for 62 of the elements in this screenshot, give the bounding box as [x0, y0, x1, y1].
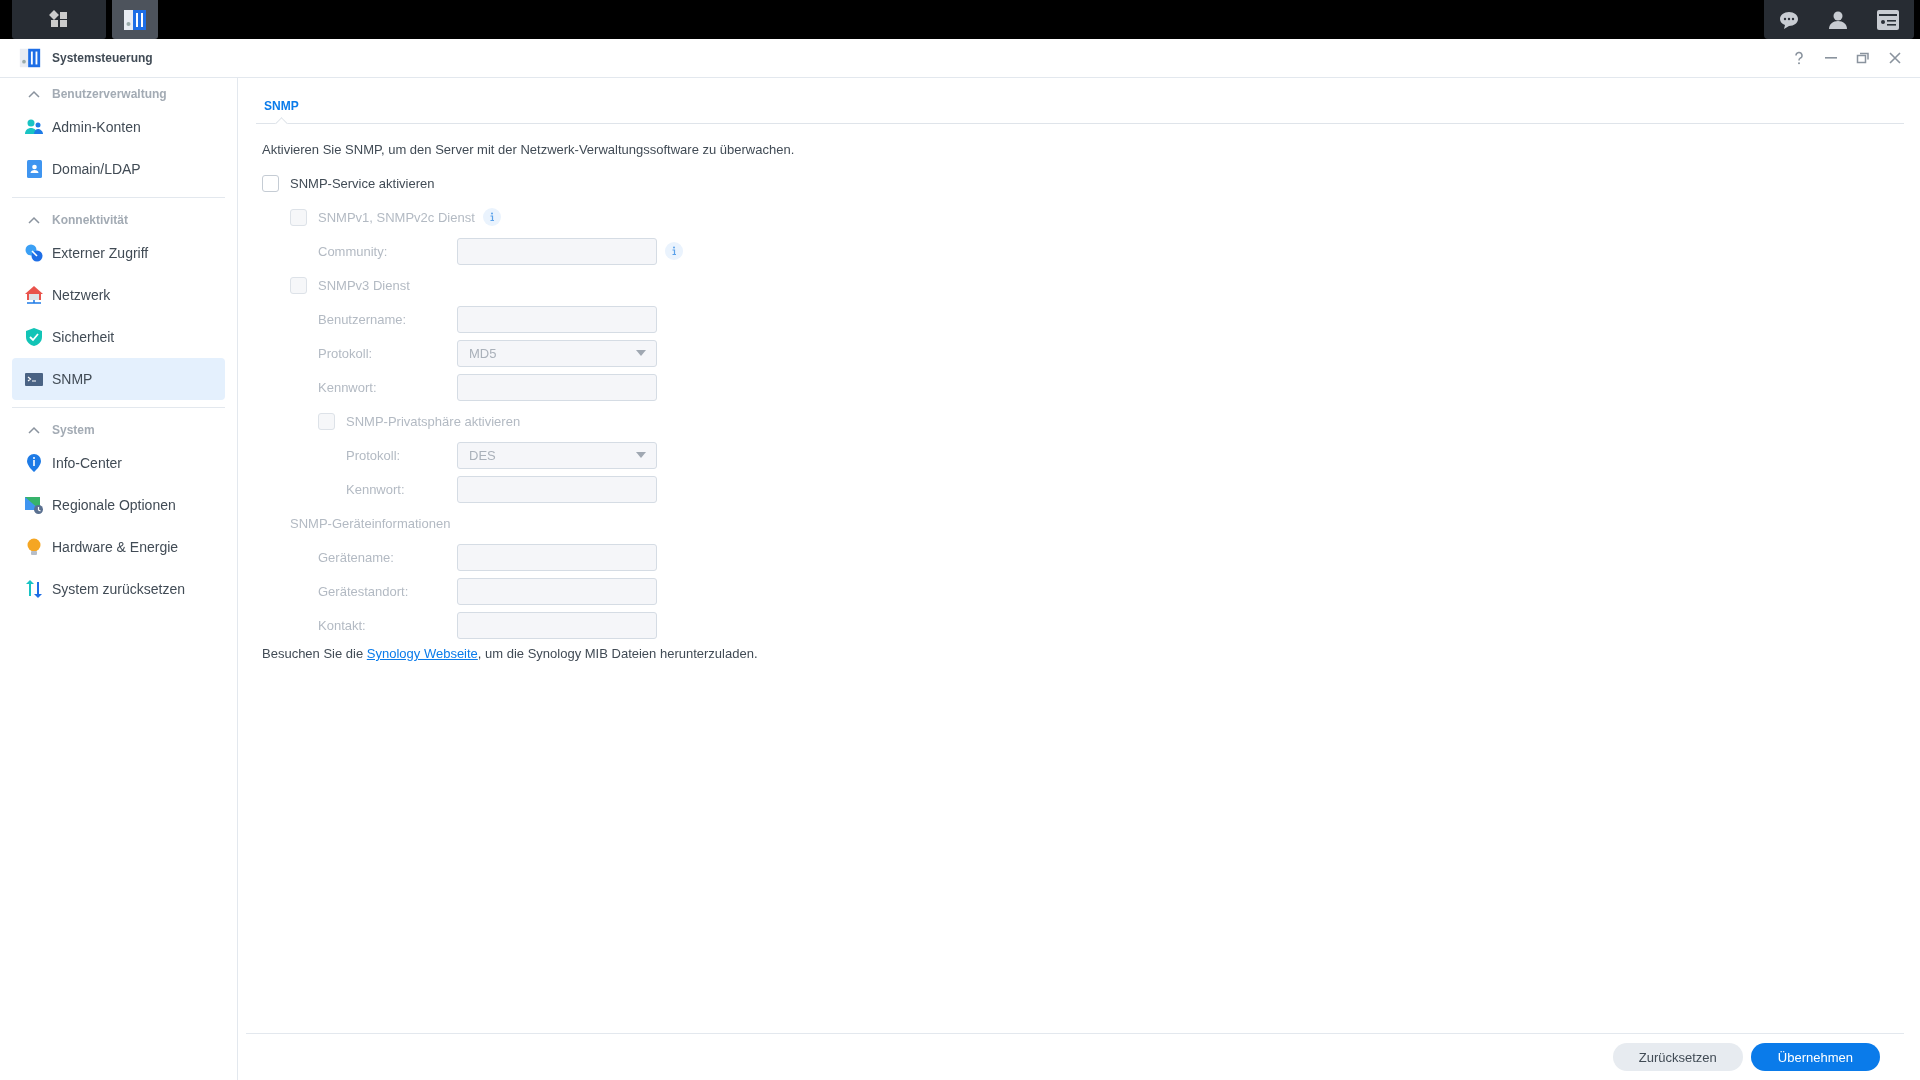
app-grid-icon — [49, 9, 69, 30]
apply-button[interactable]: Übernehmen — [1750, 1043, 1880, 1071]
group-title: System — [52, 423, 95, 437]
section-heading: SNMP-Geräteinformationen — [290, 515, 451, 531]
checkbox-label: SNMP-Service aktivieren — [290, 175, 435, 191]
sidebar-item[interactable]: Externer Zugriff — [12, 232, 225, 274]
window-title: Systemsteuerung — [52, 51, 153, 65]
reset-button[interactable]: Zurücksetzen — [1612, 1043, 1743, 1071]
control-panel-taskbar-button[interactable] — [112, 0, 158, 39]
sidebar-item[interactable]: Info-Center — [12, 442, 225, 484]
info-pin-icon — [24, 453, 44, 473]
house-network-icon — [24, 285, 44, 305]
group-title: Konnektivität — [52, 213, 128, 227]
shield-check-icon — [24, 327, 44, 347]
control-panel-icon — [18, 46, 42, 70]
field-label: Gerätename: — [318, 549, 395, 565]
sidebar-item-label: SNMP — [52, 371, 93, 387]
sidebar-item-label: Sicherheit — [52, 329, 115, 345]
sidebar-item-label: Admin-Konten — [52, 119, 141, 135]
widget-icon[interactable] — [1876, 8, 1901, 31]
users-icon — [24, 117, 44, 137]
map-clock-icon — [24, 495, 44, 515]
help-icon[interactable] — [1792, 51, 1806, 65]
field-label: Gerätestandort: — [318, 583, 410, 599]
checkbox-label: SNMPv3 Dienst — [318, 277, 410, 293]
sidebar-item-label: System zurücksetzen — [52, 581, 186, 597]
sidebar-item[interactable]: SNMP — [12, 358, 225, 400]
sidebar-item-label: Regionale Optionen — [52, 497, 176, 513]
sidebar-item-label: Domain/LDAP — [52, 161, 141, 177]
restore-icon[interactable] — [1856, 51, 1870, 65]
checkbox[interactable] — [262, 174, 279, 192]
sidebar-item[interactable]: Admin-Konten — [12, 106, 225, 148]
sidebar-item[interactable]: System zurücksetzen — [12, 568, 225, 610]
sidebar-item-label: Netzwerk — [52, 287, 111, 303]
field-label: Protokoll: — [318, 345, 374, 361]
refresh-arrows-icon — [24, 579, 44, 599]
sidebar-item[interactable]: Regionale Optionen — [12, 484, 225, 526]
checkbox-label: SNMPv1, SNMPv2c Dienst — [318, 209, 475, 225]
footnote-text: Besuchen Sie die Synology Webseite, um die Synology MIB Dateien herunterzuladen. — [262, 646, 759, 661]
sidebar-item[interactable]: Domain/LDAP — [12, 148, 225, 190]
field-label: Community: — [318, 243, 389, 259]
field-label: Protokoll: — [346, 447, 402, 463]
description-text: Aktivieren Sie SNMP, um den Server mit der Netzwerk-Verwaltungssoftware zu überwachen. — [262, 142, 796, 159]
contact-card-icon — [24, 159, 44, 179]
caret-icon — [636, 350, 646, 356]
field-label: Benutzername: — [318, 311, 408, 327]
main-menu-button[interactable] — [12, 0, 106, 39]
field-label: Kennwort: — [318, 379, 378, 395]
sidebar-item[interactable]: Hardware & Energie — [12, 526, 225, 568]
sidebar-item-label: Info-Center — [52, 455, 123, 471]
sidebar-item[interactable]: Sicherheit — [12, 316, 225, 358]
caret-icon — [636, 452, 646, 458]
field-label: Kontakt: — [318, 617, 367, 633]
close-icon[interactable] — [1888, 51, 1902, 65]
sidebar-item-label: Externer Zugriff — [52, 245, 149, 261]
checkbox-label: SNMP-Privatsphäre aktivieren — [346, 413, 521, 429]
sidebar-item-label: Hardware & Energie — [52, 539, 179, 555]
sidebar-item[interactable]: Netzwerk — [12, 274, 225, 316]
group-title: Benutzerverwaltung — [52, 87, 167, 101]
link-icon — [24, 243, 44, 263]
website-link[interactable]: Synology Webseite — [366, 646, 478, 661]
field-label: Kennwort: — [346, 481, 406, 497]
